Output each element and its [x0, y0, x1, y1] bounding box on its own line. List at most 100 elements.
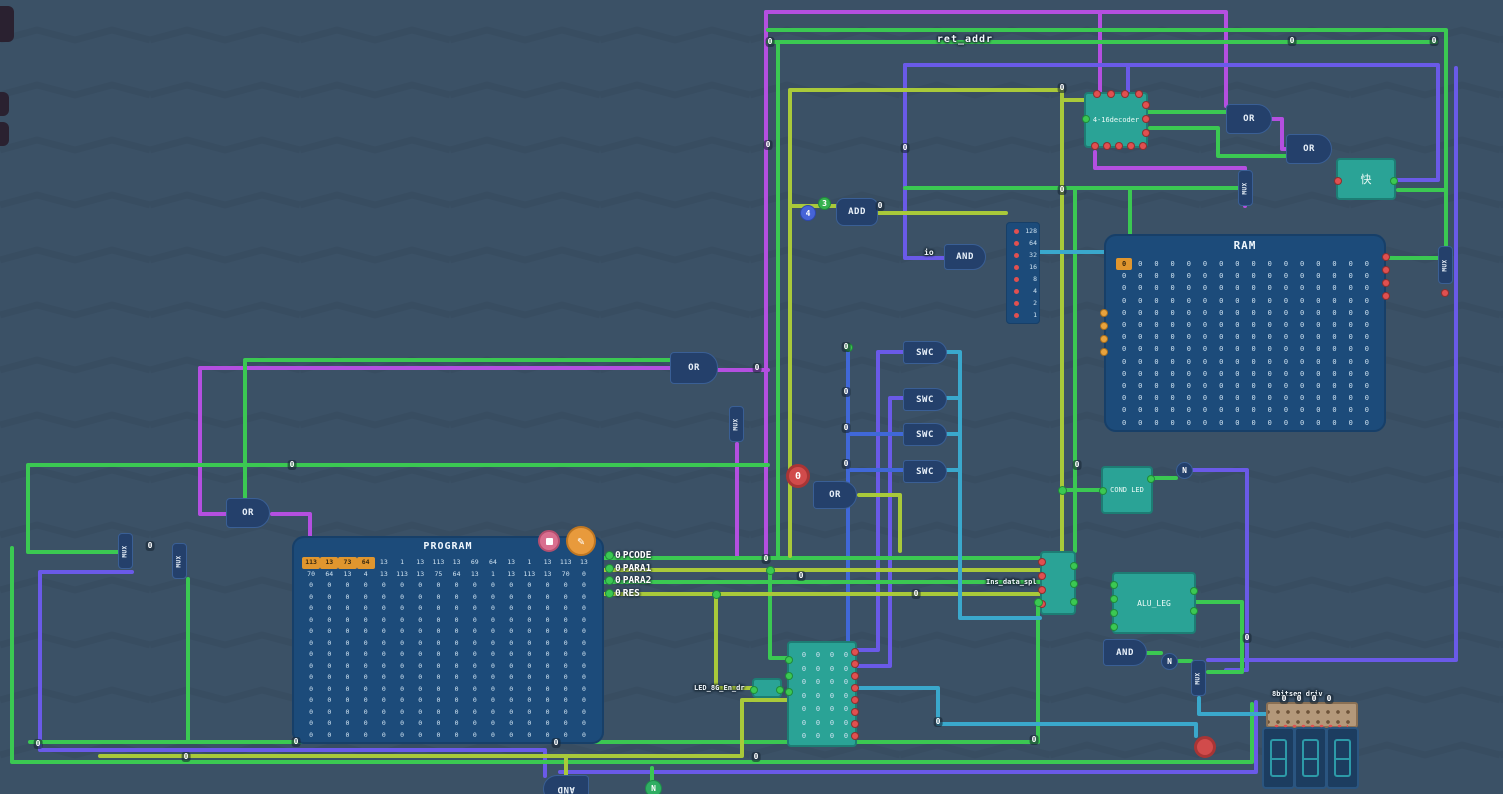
mux-top[interactable]: MUX	[1238, 170, 1253, 206]
ram-panel[interactable]: RAM 000000000000000000000000000000000000…	[1101, 234, 1389, 432]
program-cell: 0	[491, 650, 495, 658]
ram-cell: 0	[1251, 382, 1256, 391]
program-cell: 0	[472, 719, 477, 727]
or-gate-top-2[interactable]: OR	[1286, 134, 1332, 164]
or-gate-left[interactable]: OR	[226, 498, 270, 528]
program-cell: 0	[563, 661, 568, 670]
program-cell: 0	[381, 581, 386, 589]
ram-cell: 0	[1332, 333, 1337, 342]
led-cell: 0	[843, 718, 849, 727]
ram-cell: 0	[1138, 296, 1143, 305]
output-dot	[606, 577, 613, 585]
program-cell: 0	[436, 707, 441, 716]
side-tab-2[interactable]	[0, 92, 9, 116]
program-cell: 0	[454, 719, 459, 727]
program-panel[interactable]: PROGRAM 113 13 73 64 13 1 13 113 13 69 64 13 1 13 113 1…	[292, 536, 604, 744]
ram-cell: 0	[1300, 394, 1305, 403]
led-cell: 0	[829, 691, 835, 700]
mux-bottom-right[interactable]: MUX	[1191, 660, 1206, 696]
program-cell: 0	[563, 673, 568, 681]
ram-cell: 0	[1154, 406, 1159, 415]
mux-left-2[interactable]: MUX	[172, 543, 187, 579]
ram-cell: 0	[1251, 296, 1256, 305]
ram-cell: 0	[1332, 418, 1337, 427]
program-cell: 0	[363, 730, 368, 739]
n-node-2[interactable]: N	[1161, 653, 1178, 670]
ram-cell: 0	[1300, 284, 1305, 293]
add-gate[interactable]: ADD	[836, 198, 878, 226]
ram-cell: 0	[1235, 345, 1240, 354]
program-output: 0 RES	[606, 588, 651, 600]
and-gate-io[interactable]: AND	[944, 244, 986, 270]
ram-cell: 0	[1348, 260, 1353, 268]
program-cell: 0	[472, 604, 477, 612]
ram-cell: 0	[1170, 260, 1175, 268]
mux-mid[interactable]: MUX	[729, 406, 744, 442]
swc-gate-3[interactable]: SWC	[903, 423, 947, 446]
ram-cell: 0	[1300, 260, 1305, 268]
program-cell: 0	[345, 650, 350, 658]
program-cell: 0	[400, 604, 404, 612]
led-splitter-box[interactable]: 0000000000000000000000000000	[786, 641, 858, 747]
swc-gate-1[interactable]: SWC	[903, 341, 947, 364]
program-cell: 0	[527, 673, 532, 681]
n-node-bottom[interactable]: N	[645, 780, 662, 794]
ram-cell: 0	[1283, 296, 1289, 305]
swc-gate-4[interactable]: SWC	[903, 460, 947, 483]
program-cell: 0	[581, 638, 586, 647]
led-cell: 0	[843, 732, 849, 740]
program-cell: 0	[563, 730, 568, 739]
bit-splitter[interactable]: 128 64 32 16 8 4 2 1	[1006, 222, 1040, 324]
mux-left-1[interactable]: MUX	[118, 533, 133, 569]
program-cell: 0	[345, 604, 350, 612]
add-input-bubble-b[interactable]: 3	[818, 197, 831, 210]
program-cell: 0	[400, 661, 404, 670]
program-table-button[interactable]	[538, 530, 560, 552]
ram-cell: 0	[1283, 272, 1289, 281]
program-cell: 0	[472, 638, 477, 647]
ram-cell: 0	[1300, 321, 1305, 330]
program-edit-button[interactable]: ✎	[566, 526, 596, 556]
output-label: PARA2	[622, 575, 652, 587]
program-cell: 0	[363, 707, 368, 716]
led-splitter-small-box[interactable]	[751, 678, 783, 698]
ram-cell: 0	[1154, 333, 1159, 342]
red-indicator-2[interactable]	[1194, 736, 1216, 758]
ram-cell: 0	[1170, 333, 1175, 342]
ram-cell: 0	[1154, 260, 1159, 268]
mux-right[interactable]: MUX	[1438, 246, 1453, 284]
pin-dot	[1014, 300, 1019, 306]
program-cell: 0	[527, 696, 532, 704]
cond-led-box[interactable]: COND LED	[1100, 466, 1154, 514]
alu-box[interactable]: ALU_LEG	[1111, 572, 1197, 634]
led-cell: 0	[829, 651, 835, 659]
program-cell: 0	[363, 581, 368, 589]
ram-cell: 0	[1170, 418, 1175, 427]
or-gate-mid[interactable]: OR	[670, 352, 718, 384]
add-input-bubble-a[interactable]: 4	[800, 205, 816, 221]
ram-cell: 0	[1283, 418, 1289, 427]
program-cell: 0	[309, 592, 314, 601]
custom-reg-box[interactable]: 快	[1335, 158, 1397, 200]
program-cell: 0	[418, 707, 423, 716]
or-gate-top-1[interactable]: OR	[1226, 104, 1272, 134]
red-indicator-zero[interactable]: 0	[786, 464, 810, 488]
program-cell: 0	[509, 661, 514, 670]
ram-cell: 0	[1235, 369, 1240, 378]
program-cell: 0	[545, 638, 550, 647]
and-gate-br[interactable]: AND	[1103, 639, 1147, 666]
ram-cell: 0	[1170, 272, 1175, 281]
led-cell: 0	[829, 678, 835, 686]
side-tab-3[interactable]	[0, 122, 9, 146]
decoder-4-16[interactable]: 4-16decoder	[1083, 91, 1149, 149]
ins-data-splitter[interactable]	[1039, 551, 1077, 615]
program-cell: 70	[307, 569, 315, 578]
n-node-1[interactable]: N	[1176, 462, 1193, 479]
program-cell: 0	[363, 592, 368, 601]
and-gate-bottom[interactable]: AND	[543, 775, 589, 794]
or-gate-mid-2[interactable]: OR	[813, 481, 857, 509]
swc-gate-2[interactable]: SWC	[903, 388, 947, 411]
side-tab-1[interactable]	[0, 6, 14, 42]
circuit-canvas[interactable]: ret_addr 4-16decoder OR OR 快 MUX 4 3 ADD…	[0, 0, 1503, 794]
program-cell: 0	[581, 604, 586, 612]
